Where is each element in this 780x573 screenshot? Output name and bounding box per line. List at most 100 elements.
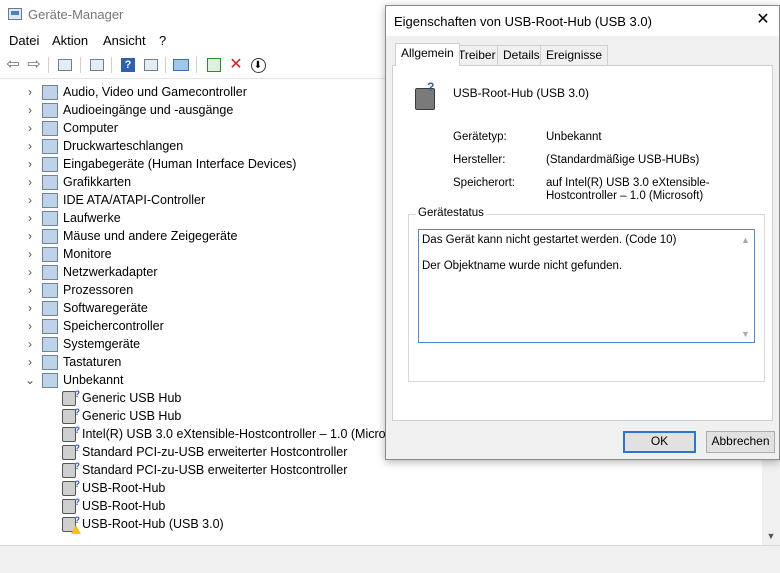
action-pane-button[interactable] (142, 56, 160, 74)
tree-device[interactable]: ? Standard PCI-zu-USB erweiterter Hostcon… (0, 461, 780, 480)
arrow-left-icon: ⇦ (6, 56, 20, 73)
tree-category-label: Netzwerkadapter (63, 265, 158, 279)
unknown-device-icon: ? (62, 461, 80, 478)
toolbar-separator (196, 57, 197, 73)
properties-dialog: Eigenschaften von USB-Root-Hub (USB 3.0)… (385, 5, 780, 460)
unknown-device-icon: ? (62, 389, 80, 406)
chevron-right-icon[interactable]: › (24, 103, 36, 117)
toolbar-separator (165, 57, 166, 73)
dialog-title: Eigenschaften von USB-Root-Hub (USB 3.0) (394, 14, 652, 29)
unknown-device-icon: ? (62, 407, 80, 424)
window-title: Geräte-Manager (28, 7, 124, 22)
update-driver-icon (207, 58, 221, 72)
tree-device-label: USB-Root-Hub (USB 3.0) (82, 517, 224, 531)
help-button[interactable]: ? (119, 56, 137, 74)
printer-icon (42, 139, 58, 154)
menu-ansicht[interactable]: Ansicht (103, 33, 146, 48)
toolbar-separator (48, 57, 49, 73)
device-type-label: Gerätetyp: (453, 131, 507, 143)
tab-allgemein[interactable]: Allgemein (395, 43, 460, 66)
tab-details[interactable]: Details (497, 45, 546, 65)
computer-icon (42, 121, 58, 136)
keyboard-icon (42, 355, 58, 370)
chevron-right-icon[interactable]: › (24, 337, 36, 351)
tree-device-label: Generic USB Hub (82, 409, 182, 423)
unknown-device-icon: ? (62, 497, 80, 514)
tree-device[interactable]: ? USB-Root-Hub (USB 3.0) (0, 515, 780, 534)
chevron-right-icon[interactable]: › (24, 229, 36, 243)
menu-aktion[interactable]: Aktion (52, 33, 88, 48)
scroll-down-icon[interactable]: ▼ (741, 327, 750, 341)
console-tree-icon (58, 59, 72, 71)
tree-category-label: Druckwarteschlangen (63, 139, 184, 153)
tree-category-label: Unbekannt (63, 373, 124, 387)
chevron-right-icon[interactable]: › (24, 193, 36, 207)
chevron-right-icon[interactable]: › (24, 121, 36, 135)
tree-category-label: Systemgeräte (63, 337, 141, 351)
chevron-down-icon[interactable]: ⌄ (24, 373, 36, 387)
tree-device[interactable]: ? USB-Root-Hub (0, 497, 780, 516)
manufacturer-label: Hersteller: (453, 154, 506, 166)
unknown-device-icon: ? (62, 479, 80, 496)
status-line-2: Der Objektname wurde nicht gefunden. (422, 260, 623, 272)
scroll-down-arrow-icon[interactable]: ▼ (762, 528, 780, 545)
forward-button[interactable]: ⇨ (25, 56, 43, 74)
device-status-textbox[interactable]: Das Gerät kann nicht gestartet werden. (… (418, 229, 755, 343)
update-driver-button[interactable] (205, 56, 223, 74)
monitor-icon (42, 247, 58, 262)
unknown-device-icon (42, 373, 58, 388)
tree-category-label: Speichercontroller (63, 319, 164, 333)
cancel-button[interactable]: Abbrechen (706, 431, 775, 453)
ide-controller-icon (42, 193, 58, 208)
unknown-device-icon: ? (62, 443, 80, 460)
back-button[interactable]: ⇦ (4, 56, 22, 74)
tree-device-label: Standard PCI-zu-USB erweiterter Hostcont… (82, 445, 348, 459)
tree-device[interactable]: ? USB-Root-Hub (0, 479, 780, 498)
dialog-titlebar: Eigenschaften von USB-Root-Hub (USB 3.0)… (386, 6, 779, 36)
toolbar-separator (80, 57, 81, 73)
chevron-right-icon[interactable]: › (24, 139, 36, 153)
device-status-label: Gerätestatus (416, 207, 486, 219)
uninstall-device-button[interactable]: ✕ (227, 56, 245, 74)
chevron-right-icon[interactable]: › (24, 211, 36, 225)
tree-category-label: Computer (63, 121, 118, 135)
mouse-icon (42, 229, 58, 244)
chevron-right-icon[interactable]: › (24, 355, 36, 369)
enable-device-button[interactable]: ⬇ (249, 56, 267, 74)
manufacturer-value: (Standardmäßige USB-HUBs) (546, 154, 700, 166)
chevron-right-icon[interactable]: › (24, 283, 36, 297)
general-tab-panel: ? USB-Root-Hub (USB 3.0) Gerätetyp: Unbe… (392, 65, 773, 421)
close-icon[interactable]: ✕ (753, 10, 773, 30)
tab-ereignisse[interactable]: Ereignisse (540, 45, 609, 65)
status-scrollbar[interactable]: ▲ ▼ (737, 230, 754, 342)
tree-category-label: IDE ATA/ATAPI-Controller (63, 193, 206, 207)
ok-button[interactable]: OK (623, 431, 696, 453)
chevron-right-icon[interactable]: › (24, 85, 36, 99)
properties-icon (90, 59, 104, 71)
arrow-right-icon: ⇨ (27, 56, 41, 73)
tree-category-label: Audioeingänge und -ausgänge (63, 103, 234, 117)
scan-hardware-button[interactable] (172, 56, 190, 74)
device-name: USB-Root-Hub (USB 3.0) (453, 86, 590, 100)
properties-button[interactable] (88, 56, 106, 74)
chevron-right-icon[interactable]: › (24, 247, 36, 261)
chevron-right-icon[interactable]: › (24, 319, 36, 333)
action-pane-icon (144, 59, 158, 71)
tree-category-label: Laufwerke (63, 211, 121, 225)
chevron-right-icon[interactable]: › (24, 265, 36, 279)
tree-category-label: Mäuse und andere Zeigegeräte (63, 229, 238, 243)
tree-category-label: Monitore (63, 247, 112, 261)
chevron-right-icon[interactable]: › (24, 175, 36, 189)
menu-datei[interactable]: Datei (9, 33, 39, 48)
hid-icon (42, 157, 58, 172)
scroll-up-icon[interactable]: ▲ (741, 233, 750, 247)
console-tree-button[interactable] (56, 56, 74, 74)
location-value: auf Intel(R) USB 3.0 eXtensible-Hostcont… (546, 177, 710, 202)
menu-help[interactable]: ? (159, 33, 166, 48)
enable-arrow-down-icon: ⬇ (250, 57, 266, 73)
disk-drive-icon (42, 211, 58, 226)
tree-device-label: Generic USB Hub (82, 391, 182, 405)
chevron-right-icon[interactable]: › (24, 301, 36, 315)
chevron-right-icon[interactable]: › (24, 157, 36, 171)
uninstall-x-icon: ✕ (229, 56, 243, 73)
